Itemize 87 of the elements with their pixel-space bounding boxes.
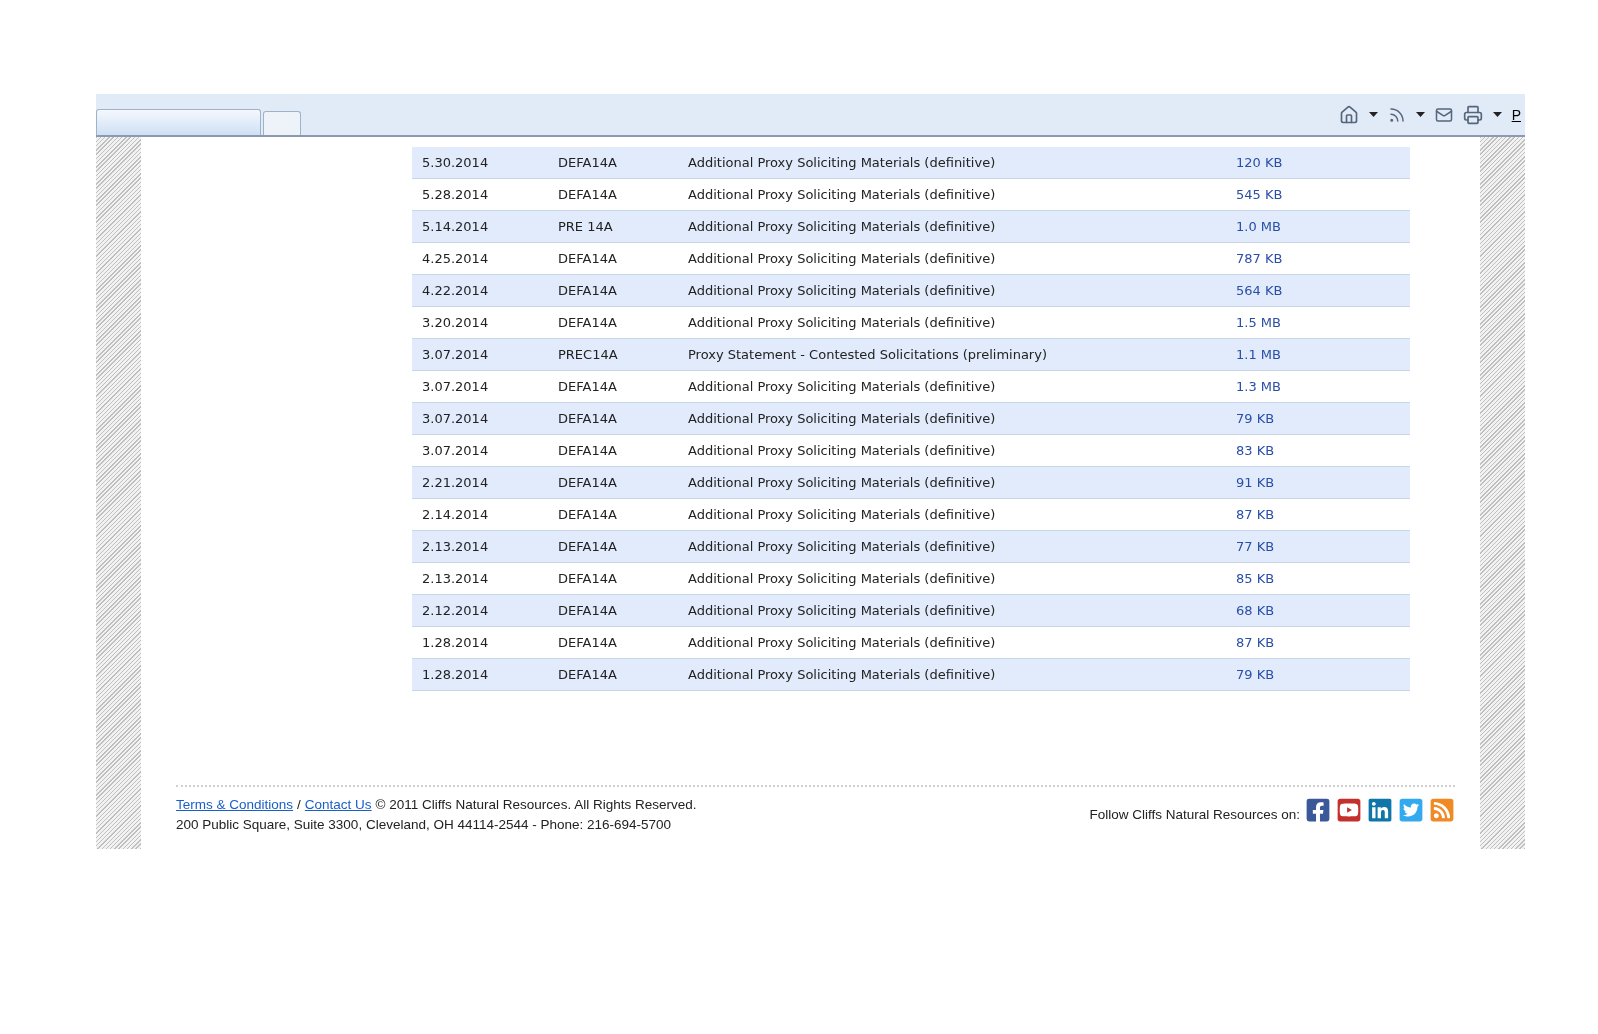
home-icon[interactable] [1338,104,1359,125]
description-cell-text: Additional Proxy Soliciting Materials (definitive) [688,155,997,170]
date-cell-text: 3.07.2014 [422,347,490,362]
description-cell-text: Proxy Statement - Contested Solicitations (preliminary) [688,347,1048,362]
date-cell-text: 3.07.2014 [422,411,490,426]
terms-link[interactable]: Terms & Conditions [176,797,294,812]
date-cell-text: 5.28.2014 [422,187,490,202]
file-size-link[interactable]: 87 KB [1236,507,1410,522]
date-cell-text: 1.28.2014 [422,667,490,682]
type-cell-text: DEFA14A [558,571,618,586]
type-cell-text: DEFA14A [558,283,618,298]
type-cell-text: PREC14A [558,347,619,362]
printer-icon[interactable] [1462,104,1483,125]
description-cell-text: Additional Proxy Soliciting Materials (definitive) [688,283,997,298]
file-size-link[interactable]: 1.5 MB [1236,315,1410,330]
caret-icon[interactable] [1492,112,1502,117]
caret-icon[interactable] [1415,112,1425,117]
date-cell-text: 4.25.2014 [422,251,490,266]
file-size-link[interactable]: 564 KB [1236,283,1410,298]
description-cell-text: Additional Proxy Soliciting Materials (definitive) [688,603,997,618]
file-size-link[interactable]: 787 KB [1236,251,1410,266]
file-size-link[interactable]: 1.3 MB [1236,379,1410,394]
description-cell-text: Additional Proxy Soliciting Materials (definitive) [688,475,997,490]
description-cell-text: Additional Proxy Soliciting Materials (definitive) [688,571,997,586]
address-text: 200 Public Square, Suite 3300, Cleveland, OH 44114-2544 - Phone: 216-694-5700 [176,817,673,832]
date-cell-text: 2.13.2014 [422,571,490,586]
description-cell-text: Additional Proxy Soliciting Materials (definitive) [688,667,997,682]
description-cell-text: Additional Proxy Soliciting Materials (definitive) [688,443,997,458]
type-cell-text: DEFA14A [558,539,618,554]
type-cell-text: DEFA14A [558,379,618,394]
description-cell-text: Additional Proxy Soliciting Materials (definitive) [688,507,997,522]
type-cell-text: DEFA14A [558,507,618,522]
file-size-link[interactable]: 120 KB [1236,155,1410,170]
file-size-link[interactable]: 79 KB [1236,411,1410,426]
facebook-icon[interactable] [1305,797,1331,823]
type-cell-text: DEFA14A [558,635,618,650]
file-size-link[interactable]: 1.0 MB [1236,219,1410,234]
date-cell-text: 3.07.2014 [422,379,490,394]
date-cell-text: 1.28.2014 [422,635,490,650]
copyright-text: © 2011 Cliffs Natural Resources. All Rights Reserved. [375,797,697,812]
description-cell-text: Additional Proxy Soliciting Materials (definitive) [688,411,997,426]
type-cell-text: DEFA14A [558,667,618,682]
date-cell-text: 2.12.2014 [422,603,490,618]
youtube-icon[interactable] [1336,797,1362,823]
date-cell-text: 2.21.2014 [422,475,490,490]
date-cell-text: 3.07.2014 [422,443,490,458]
rss-icon[interactable] [1429,797,1455,823]
rss-icon[interactable] [1387,105,1406,124]
description-cell-text: Additional Proxy Soliciting Materials (definitive) [688,635,997,650]
type-cell-text: DEFA14A [558,155,618,170]
type-cell-text: DEFA14A [558,187,618,202]
file-size-link[interactable]: 1.1 MB [1236,347,1410,362]
date-cell-text: 4.22.2014 [422,283,490,298]
type-cell-text: DEFA14A [558,411,618,426]
type-cell-text: DEFA14A [558,475,618,490]
description-cell-text: Additional Proxy Soliciting Materials (definitive) [688,379,997,394]
type-cell-text: DEFA14A [558,251,618,266]
file-size-link[interactable]: 545 KB [1236,187,1410,202]
mail-icon[interactable] [1434,105,1453,124]
date-cell-text: 2.13.2014 [422,539,490,554]
date-cell-text: 5.14.2014 [422,219,490,234]
file-size-link[interactable]: 77 KB [1236,539,1410,554]
follow-text: Follow Cliffs Natural Resources on: [1089,806,1300,822]
type-cell-text: DEFA14A [558,443,618,458]
description-cell-text: Additional Proxy Soliciting Materials (definitive) [688,219,997,234]
description-cell-text: Additional Proxy Soliciting Materials (definitive) [688,187,997,202]
type-cell-text: DEFA14A [558,603,618,618]
file-size-link[interactable]: 91 KB [1236,475,1410,490]
date-cell-text: 5.30.2014 [422,155,490,170]
twitter-icon[interactable] [1398,797,1424,823]
type-cell-text: DEFA14A [558,315,618,330]
description-cell-text: Additional Proxy Soliciting Materials (definitive) [688,539,997,554]
file-size-link[interactable]: 68 KB [1236,603,1410,618]
date-cell-text: 2.14.2014 [422,507,490,522]
caret-icon[interactable] [1368,112,1378,117]
type-cell-text: PRE 14A [558,219,614,234]
description-cell-text: Additional Proxy Soliciting Materials (definitive) [688,251,997,266]
file-size-link[interactable]: 79 KB [1236,667,1410,682]
file-size-link[interactable]: 83 KB [1236,443,1410,458]
file-size-link[interactable]: 85 KB [1236,571,1410,586]
description-cell-text: Additional Proxy Soliciting Materials (definitive) [688,315,997,330]
separator: / [297,797,301,812]
linkedin-icon[interactable] [1367,797,1393,823]
file-size-link[interactable]: 87 KB [1236,635,1410,650]
date-cell-text: 3.20.2014 [422,315,490,330]
contact-link[interactable]: Contact Us [304,797,372,812]
page-menu-link[interactable]: P [1511,106,1521,123]
